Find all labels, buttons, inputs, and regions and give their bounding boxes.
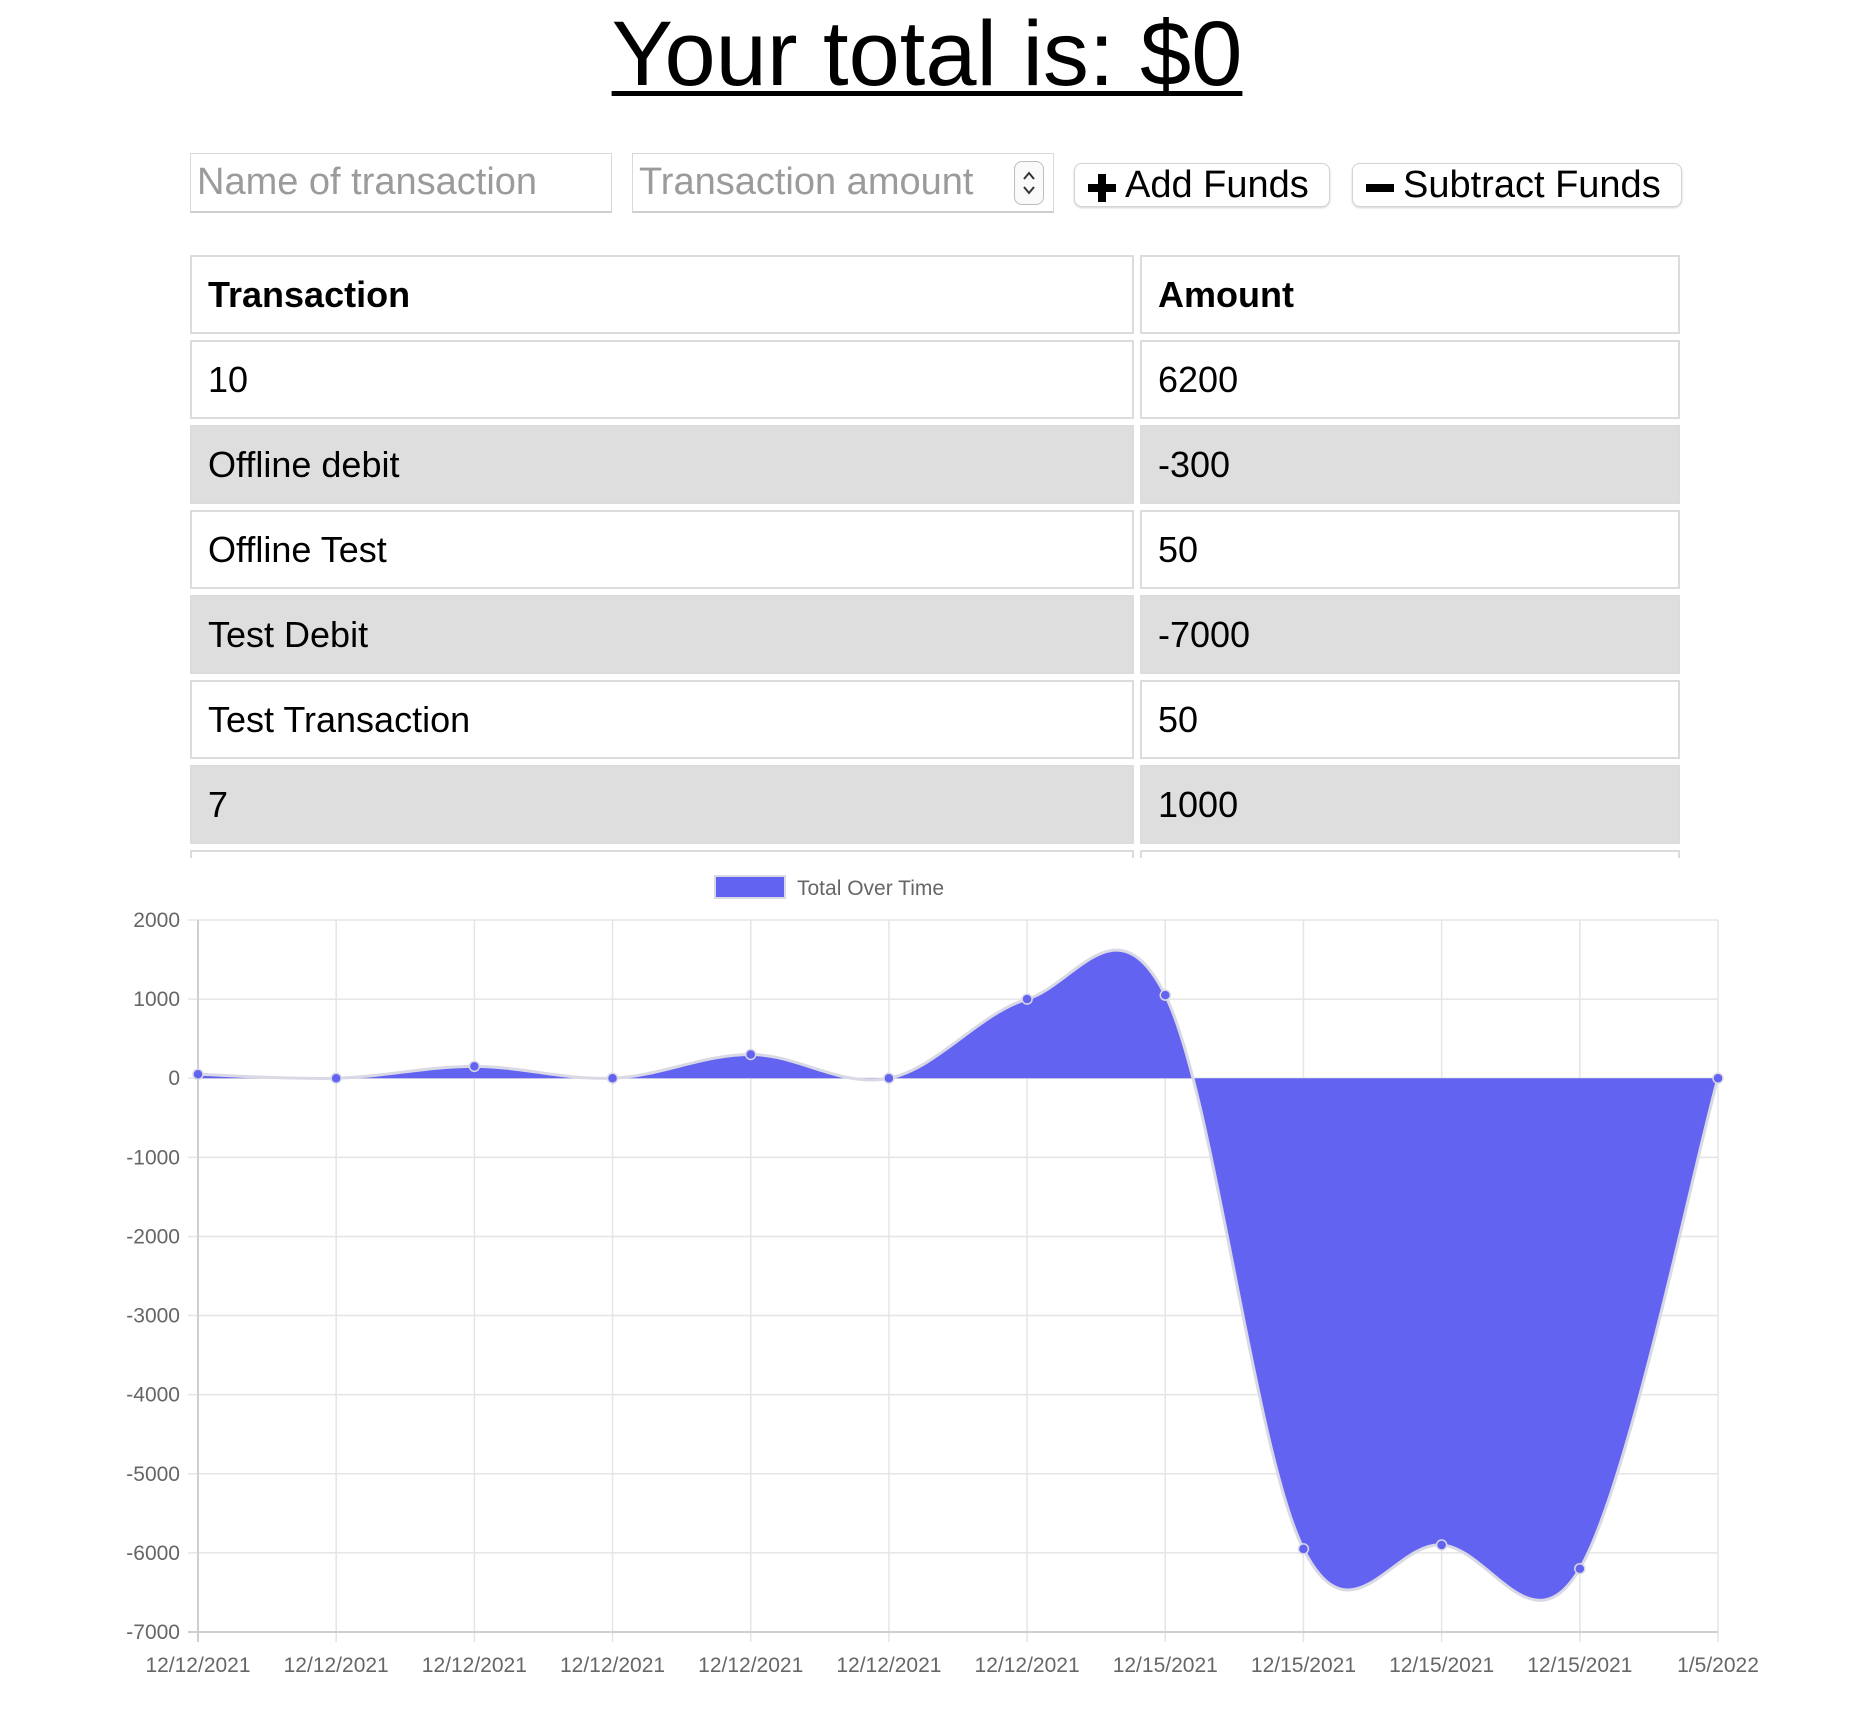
total-header: Your total is: $0 <box>0 0 1854 110</box>
y-tick-label: 2000 <box>133 909 180 932</box>
y-tick-label: -3000 <box>126 1305 180 1328</box>
header-amount: Amount <box>1140 255 1680 334</box>
table-row: Test Transaction 50 <box>190 680 1680 759</box>
data-point <box>192 1068 204 1081</box>
transaction-name-input[interactable] <box>190 153 612 213</box>
x-tick-label: 12/12/2021 <box>975 1654 1080 1677</box>
transaction-name-cell <box>190 850 1134 858</box>
table-row: Test Debit -7000 <box>190 595 1680 674</box>
x-tick-label: 1/5/2022 <box>1677 1654 1759 1677</box>
transaction-amount-input[interactable] <box>632 153 1054 213</box>
y-tick-label: -4000 <box>126 1384 180 1407</box>
total-over-time-chart: 2000 1000 0 -1000 -2000 -3000 -4000 -5000 -6000 -… <box>100 862 1800 1682</box>
data-point <box>330 1072 342 1084</box>
total-heading: Your total is: $0 <box>611 3 1243 105</box>
x-tick-label: 12/12/2021 <box>284 1654 389 1677</box>
plus-icon <box>1087 170 1117 202</box>
y-tick-label: -1000 <box>126 1146 180 1169</box>
transactions-table: Transaction Amount 10 6200 Offline debit… <box>190 255 1680 858</box>
budget-app: Your total is: $0 Add Funds <box>0 0 1854 1732</box>
y-tick-label: -5000 <box>126 1463 180 1486</box>
data-point <box>1297 1543 1310 1555</box>
data-point <box>1021 993 1033 1005</box>
transaction-amount-cell: -300 <box>1140 425 1680 504</box>
transaction-name-cell: Test Debit <box>190 595 1134 674</box>
y-tick-label: -2000 <box>126 1225 180 1248</box>
data-point <box>1159 989 1172 1001</box>
transaction-amount-cell: -7000 <box>1140 595 1680 674</box>
x-tick-label: 12/12/2021 <box>422 1654 527 1677</box>
transaction-name-cell: Offline Test <box>190 510 1134 589</box>
transaction-amount-cell: 6200 <box>1140 340 1680 419</box>
minus-icon <box>1365 170 1395 200</box>
transaction-amount-cell: 50 <box>1140 680 1680 759</box>
transaction-amount-cell <box>1140 850 1680 858</box>
table-row: Offline debit -300 <box>190 425 1680 504</box>
y-tick-label: -6000 <box>126 1542 180 1565</box>
transaction-name-cell: 7 <box>190 765 1134 844</box>
table-header-row: Transaction Amount <box>190 255 1680 334</box>
transaction-name-cell: Offline debit <box>190 425 1134 504</box>
transaction-name-cell: Test Transaction <box>190 680 1134 759</box>
data-point <box>1574 1562 1586 1575</box>
data-point <box>883 1072 895 1084</box>
transactions-table-container: Transaction Amount 10 6200 Offline debit… <box>190 255 1680 858</box>
legend-label: Total Over Time <box>797 877 944 900</box>
stepper-up-icon[interactable] <box>1021 169 1037 183</box>
transaction-amount-cell: 1000 <box>1140 765 1680 844</box>
table-row: Offline Test 50 <box>190 510 1680 589</box>
data-point <box>744 1048 757 1061</box>
series-area <box>198 950 1718 1601</box>
subtract-funds-label: Subtract Funds <box>1403 164 1661 206</box>
x-tick-label: 12/15/2021 <box>1389 1654 1494 1677</box>
y-tick-label: -7000 <box>126 1621 180 1644</box>
transaction-amount-cell: 50 <box>1140 510 1680 589</box>
transaction-name-cell: 10 <box>190 340 1134 419</box>
x-tick-label: 12/15/2021 <box>1113 1654 1218 1677</box>
table-row: 10 6200 <box>190 340 1680 419</box>
x-tick-label: 12/12/2021 <box>560 1654 665 1677</box>
x-tick-label: 12/12/2021 <box>145 1654 250 1677</box>
header-transaction: Transaction <box>190 255 1134 334</box>
x-tick-label: 12/12/2021 <box>836 1654 941 1677</box>
data-point <box>1435 1539 1448 1551</box>
stepper-down-icon[interactable] <box>1021 183 1037 197</box>
y-tick-label: 1000 <box>133 988 180 1011</box>
x-tick-label: 12/12/2021 <box>698 1654 803 1677</box>
table-row <box>190 850 1680 858</box>
chart-svg: 2000 1000 0 -1000 -2000 -3000 -4000 -5000 -6000 -… <box>126 875 1759 1677</box>
x-tick-label: 12/15/2021 <box>1251 1654 1356 1677</box>
y-tick-label: 0 <box>168 1067 180 1090</box>
table-row: 7 1000 <box>190 765 1680 844</box>
add-funds-button[interactable]: Add Funds <box>1074 163 1330 207</box>
data-point <box>1712 1072 1724 1084</box>
x-tick-label: 12/15/2021 <box>1527 1654 1632 1677</box>
data-point <box>468 1060 481 1073</box>
legend-swatch <box>714 875 786 899</box>
data-point <box>606 1072 619 1084</box>
amount-stepper[interactable] <box>1014 161 1044 205</box>
add-funds-label: Add Funds <box>1125 164 1309 206</box>
transaction-form: Add Funds Subtract Funds <box>190 153 1682 213</box>
subtract-funds-button[interactable]: Subtract Funds <box>1352 163 1682 207</box>
